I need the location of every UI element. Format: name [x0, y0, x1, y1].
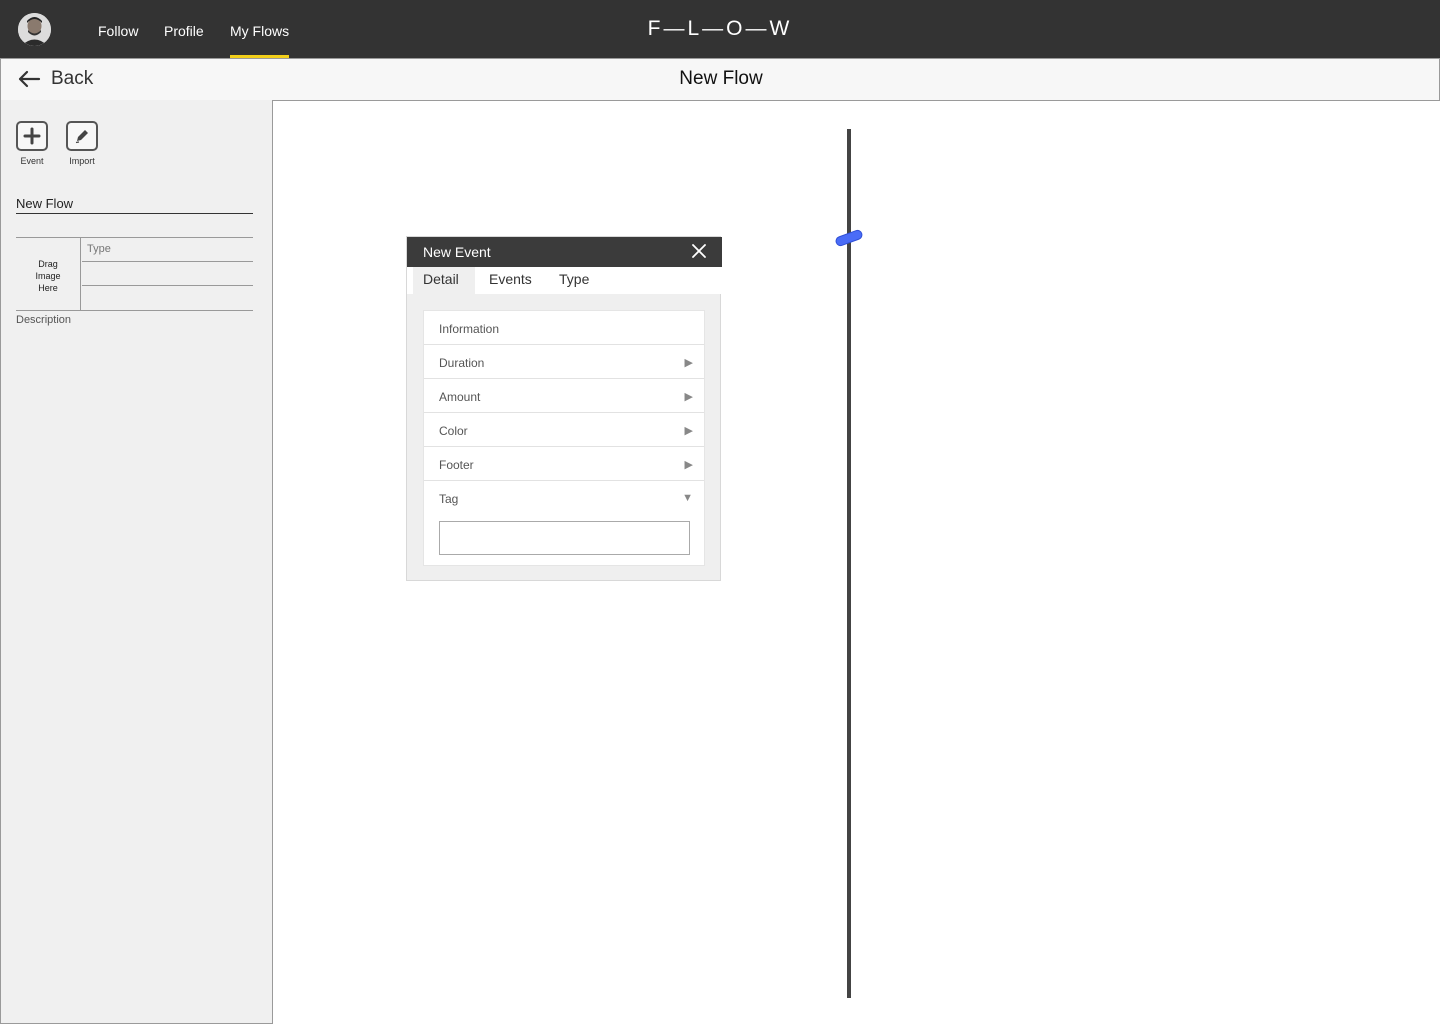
expand-arrow-icon: ▶ — [684, 357, 693, 369]
row-amount-label: Amount — [439, 390, 481, 404]
plus-icon — [23, 127, 41, 145]
arrow-left-icon — [18, 70, 41, 88]
add-event-button[interactable]: Event — [15, 121, 49, 166]
row-footer-label: Footer — [439, 458, 474, 472]
pencil-icon — [75, 130, 88, 144]
row-amount[interactable]: Amount ▶ — [424, 379, 704, 413]
user-avatar[interactable] — [18, 13, 51, 46]
dialog-header[interactable]: New Event — [407, 237, 722, 267]
back-label: Back — [51, 68, 94, 89]
nav-follow[interactable]: Follow — [98, 0, 138, 58]
expand-arrow-icon: ▶ — [684, 425, 693, 437]
page-header: Back New Flow — [0, 58, 1440, 101]
row-duration-label: Duration — [439, 356, 485, 370]
row-footer[interactable]: Footer ▶ — [424, 447, 704, 481]
import-button[interactable]: Import — [65, 121, 99, 166]
dialog-title: New Event — [423, 244, 491, 260]
import-label: Import — [69, 156, 95, 166]
add-event-label: Event — [20, 156, 44, 166]
tab-type[interactable]: Type — [549, 267, 599, 294]
back-button[interactable]: Back — [17, 68, 93, 90]
row-information-label: Information — [439, 322, 500, 336]
flow-name-field[interactable]: New Flow — [16, 194, 253, 214]
app-logo: F—L—O—W — [647, 17, 793, 40]
expand-arrow-icon: ▶ — [684, 459, 693, 471]
image-drop-zone[interactable]: Drag Image Here — [16, 238, 81, 311]
tag-input[interactable] — [439, 521, 690, 555]
meta-field-2[interactable] — [82, 262, 253, 286]
drop-zone-label: Drag Image Here — [35, 259, 61, 293]
page-title: New Flow — [679, 68, 763, 89]
description-field[interactable]: Description — [16, 314, 71, 326]
row-duration[interactable]: Duration ▶ — [424, 345, 704, 379]
collapse-arrow-icon: ▼ — [682, 492, 693, 504]
new-event-dialog: New Event Detail Events Type Information… — [406, 236, 722, 581]
nav-profile[interactable]: Profile — [164, 0, 204, 58]
row-tag[interactable]: Tag ▼ — [424, 481, 704, 515]
row-color[interactable]: Color ▶ — [424, 413, 704, 447]
timeline-axis — [847, 129, 851, 998]
type-field[interactable]: Type — [82, 238, 253, 262]
tab-events[interactable]: Events — [479, 267, 542, 294]
avatar-image — [18, 13, 51, 46]
tab-detail[interactable]: Detail — [413, 267, 475, 294]
dialog-tabs: Detail Events Type — [407, 267, 722, 294]
close-button[interactable] — [690, 241, 708, 261]
sidebar: Event Import New Flow Drag Image Here Ty… — [0, 100, 273, 1024]
row-color-label: Color — [439, 424, 468, 438]
detail-panel: Information Duration ▶ Amount ▶ Color ▶ … — [423, 310, 705, 566]
row-information: Information — [424, 311, 704, 345]
top-navigation-bar: Follow Profile My Flows F—L—O—W — [0, 0, 1440, 58]
nav-my-flows[interactable]: My Flows — [230, 0, 290, 58]
meta-field-3[interactable] — [82, 286, 253, 310]
flow-meta-box: Drag Image Here Type — [16, 237, 253, 311]
row-tag-label: Tag — [439, 492, 459, 506]
close-icon — [692, 244, 706, 258]
expand-arrow-icon: ▶ — [684, 391, 693, 403]
